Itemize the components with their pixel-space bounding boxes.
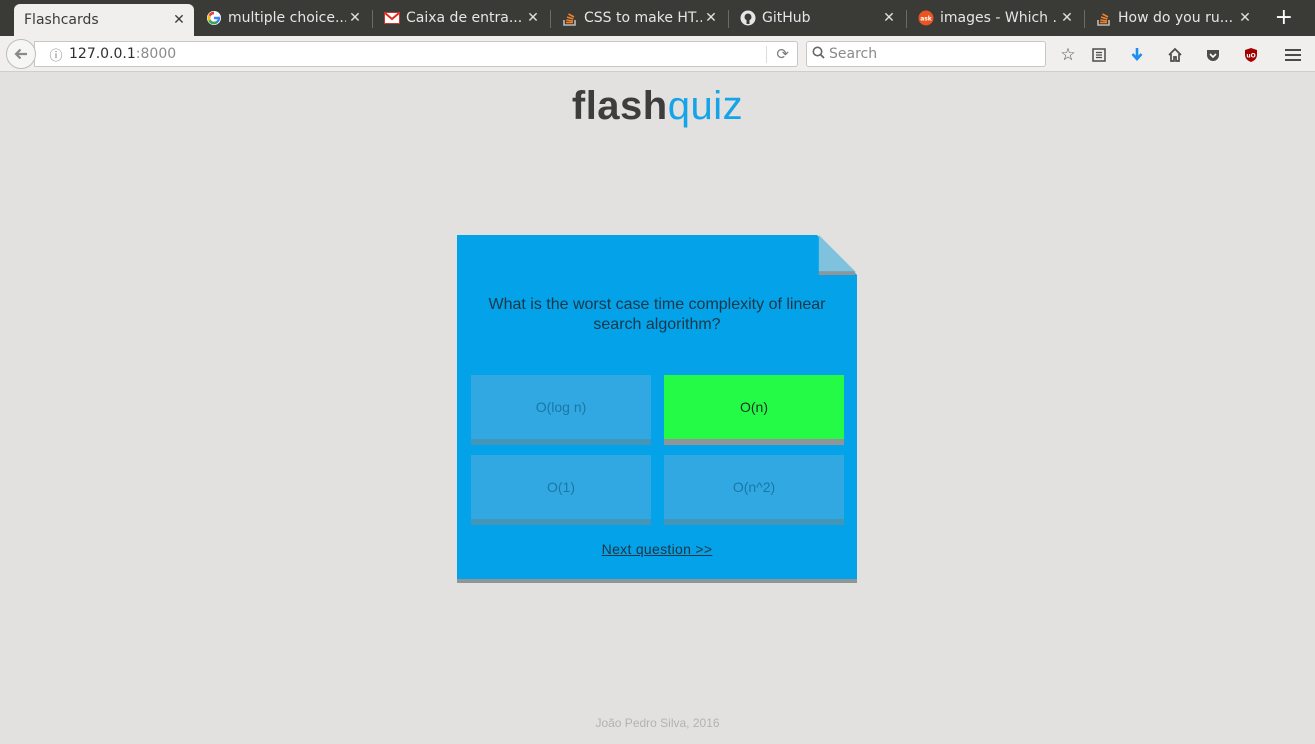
google-icon	[206, 10, 222, 26]
answer-option-2-correct[interactable]: O(n)	[664, 375, 844, 445]
gmail-icon	[384, 10, 400, 26]
tab-github[interactable]: GitHub ✕	[730, 4, 904, 32]
next-question-link[interactable]: Next question >>	[457, 541, 857, 557]
answer-option-1[interactable]: O(log n)	[471, 375, 651, 445]
stackoverflow-icon	[1096, 10, 1112, 26]
tab-separator	[906, 10, 907, 28]
url-port: :8000	[135, 46, 177, 62]
tab-flashcards[interactable]: Flashcards ✕	[14, 4, 194, 36]
home-icon[interactable]	[1164, 44, 1186, 66]
search-placeholder: Search	[829, 46, 878, 62]
search-icon	[807, 46, 829, 63]
back-button[interactable]	[6, 39, 36, 69]
close-tab-icon[interactable]: ✕	[524, 10, 542, 26]
close-tab-icon[interactable]: ✕	[170, 12, 188, 28]
github-icon	[740, 10, 756, 26]
menu-icon[interactable]	[1282, 44, 1304, 66]
tab-how-do-you-run[interactable]: How do you ru... ✕	[1086, 4, 1260, 32]
tab-title: Caixa de entra...	[406, 10, 523, 26]
askubuntu-icon: ask	[918, 10, 934, 26]
tab-images-which[interactable]: ask images - Which ... ✕	[908, 4, 1082, 32]
ublock-icon[interactable]: uO	[1240, 44, 1262, 66]
tab-strip: Flashcards ✕ multiple choice... ✕ Caixa …	[0, 0, 1315, 36]
close-tab-icon[interactable]: ✕	[1058, 10, 1076, 26]
tab-title: CSS to make HT...	[584, 10, 702, 26]
tab-multiple-choice[interactable]: multiple choice... ✕	[196, 4, 370, 32]
close-tab-icon[interactable]: ✕	[1236, 10, 1254, 26]
svg-text:uO: uO	[1246, 53, 1255, 60]
tab-title: images - Which ...	[940, 10, 1058, 26]
tab-separator	[1084, 10, 1085, 28]
pocket-icon[interactable]	[1202, 44, 1224, 66]
info-icon[interactable]: ⓘ	[43, 45, 69, 64]
answer-option-4[interactable]: O(n^2)	[664, 455, 844, 525]
tab-title: multiple choice...	[228, 10, 346, 26]
tab-separator	[372, 10, 373, 28]
tab-caixa-de-entrada[interactable]: Caixa de entra... ✕	[374, 4, 548, 32]
logo-flash: flash	[571, 84, 668, 128]
back-arrow-icon	[14, 48, 27, 60]
url-bar[interactable]: ⓘ 127.0.0.1:8000 ⟳	[34, 41, 798, 67]
reading-list-icon[interactable]	[1088, 44, 1110, 66]
divider	[766, 46, 767, 63]
tab-separator	[550, 10, 551, 28]
download-icon[interactable]	[1126, 44, 1148, 66]
answer-option-3[interactable]: O(1)	[471, 455, 651, 525]
tab-title: GitHub	[762, 10, 811, 26]
footer-credit: João Pedro Silva, 2016	[595, 716, 720, 730]
close-tab-icon[interactable]: ✕	[702, 10, 720, 26]
url-host: 127.0.0.1	[69, 46, 136, 62]
tab-separator	[728, 10, 729, 28]
logo-quiz: quiz	[667, 84, 744, 128]
navigation-bar: ⓘ 127.0.0.1:8000 ⟳ Search ☆ uO	[0, 36, 1315, 72]
svg-text:ask: ask	[920, 16, 933, 23]
close-tab-icon[interactable]: ✕	[880, 10, 898, 26]
flashcard: What is the worst case time complexity o…	[457, 235, 857, 583]
bookmark-star-icon[interactable]: ☆	[1057, 44, 1079, 66]
question-text: What is the worst case time complexity o…	[488, 296, 826, 333]
new-tab-button[interactable]: +	[1275, 6, 1293, 30]
app-logo[interactable]: flashquiz	[0, 84, 1315, 129]
tab-title: How do you ru...	[1118, 10, 1234, 26]
reload-icon[interactable]: ⟳	[776, 45, 789, 63]
stackoverflow-icon	[562, 10, 578, 26]
page-fold-icon	[818, 235, 856, 275]
close-tab-icon[interactable]: ✕	[346, 10, 364, 26]
tab-title: Flashcards	[24, 12, 99, 28]
search-input[interactable]: Search	[806, 41, 1046, 67]
tab-css-to-make[interactable]: CSS to make HT... ✕	[552, 4, 726, 32]
